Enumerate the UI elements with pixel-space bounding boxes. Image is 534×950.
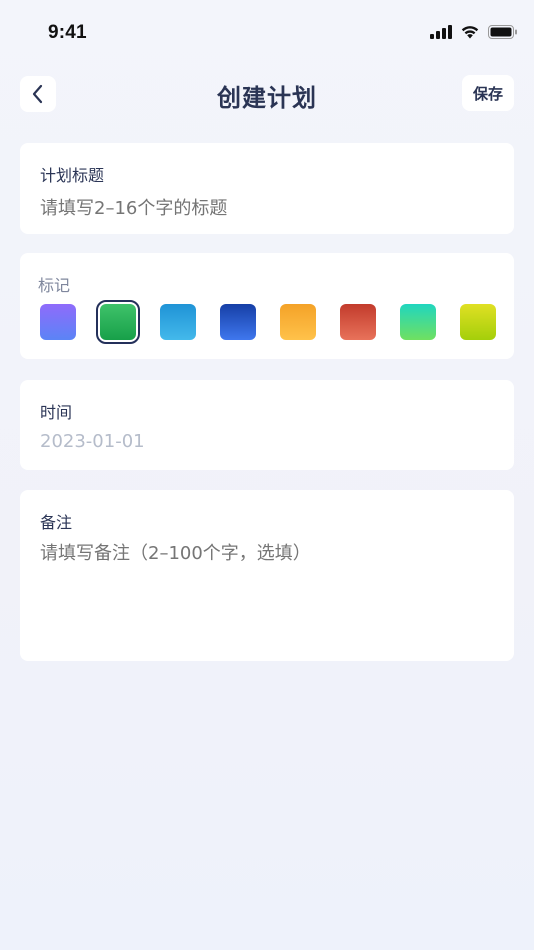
battery-icon <box>488 24 517 39</box>
time-card: 时间 2023-01-01 <box>20 380 514 470</box>
note-textarea[interactable] <box>40 539 494 644</box>
swatch-purple[interactable] <box>40 304 76 340</box>
mark-card: 标记 <box>20 253 514 359</box>
note-field-label: 备注 <box>40 513 73 532</box>
title-input[interactable] <box>40 194 494 222</box>
time-value[interactable]: 2023-01-01 <box>40 431 494 452</box>
swatch-sky-blue[interactable] <box>160 304 196 340</box>
swatch-green[interactable] <box>96 300 140 344</box>
page-title: 创建计划 <box>217 84 317 112</box>
swatch-red[interactable] <box>340 304 376 340</box>
nav-bar: 创建计划 保存 <box>0 72 534 116</box>
color-swatches <box>38 300 498 344</box>
swatch-navy-blue[interactable] <box>220 304 256 340</box>
title-card: 计划标题 <box>20 143 514 234</box>
time-field-label: 时间 <box>40 403 73 422</box>
swatch-lime[interactable] <box>460 304 496 340</box>
save-button[interactable]: 保存 <box>462 75 514 111</box>
swatch-orange[interactable] <box>280 304 316 340</box>
mark-field-label: 标记 <box>38 276 71 295</box>
status-time: 9:41 <box>48 22 87 43</box>
swatch-teal[interactable] <box>400 304 436 340</box>
note-card: 备注 <box>20 490 514 661</box>
status-icons <box>430 24 518 39</box>
wifi-icon <box>461 26 479 39</box>
title-field-label: 计划标题 <box>40 166 105 185</box>
cellular-signal-icon <box>430 24 452 39</box>
status-bar: 9:41 <box>0 0 534 64</box>
